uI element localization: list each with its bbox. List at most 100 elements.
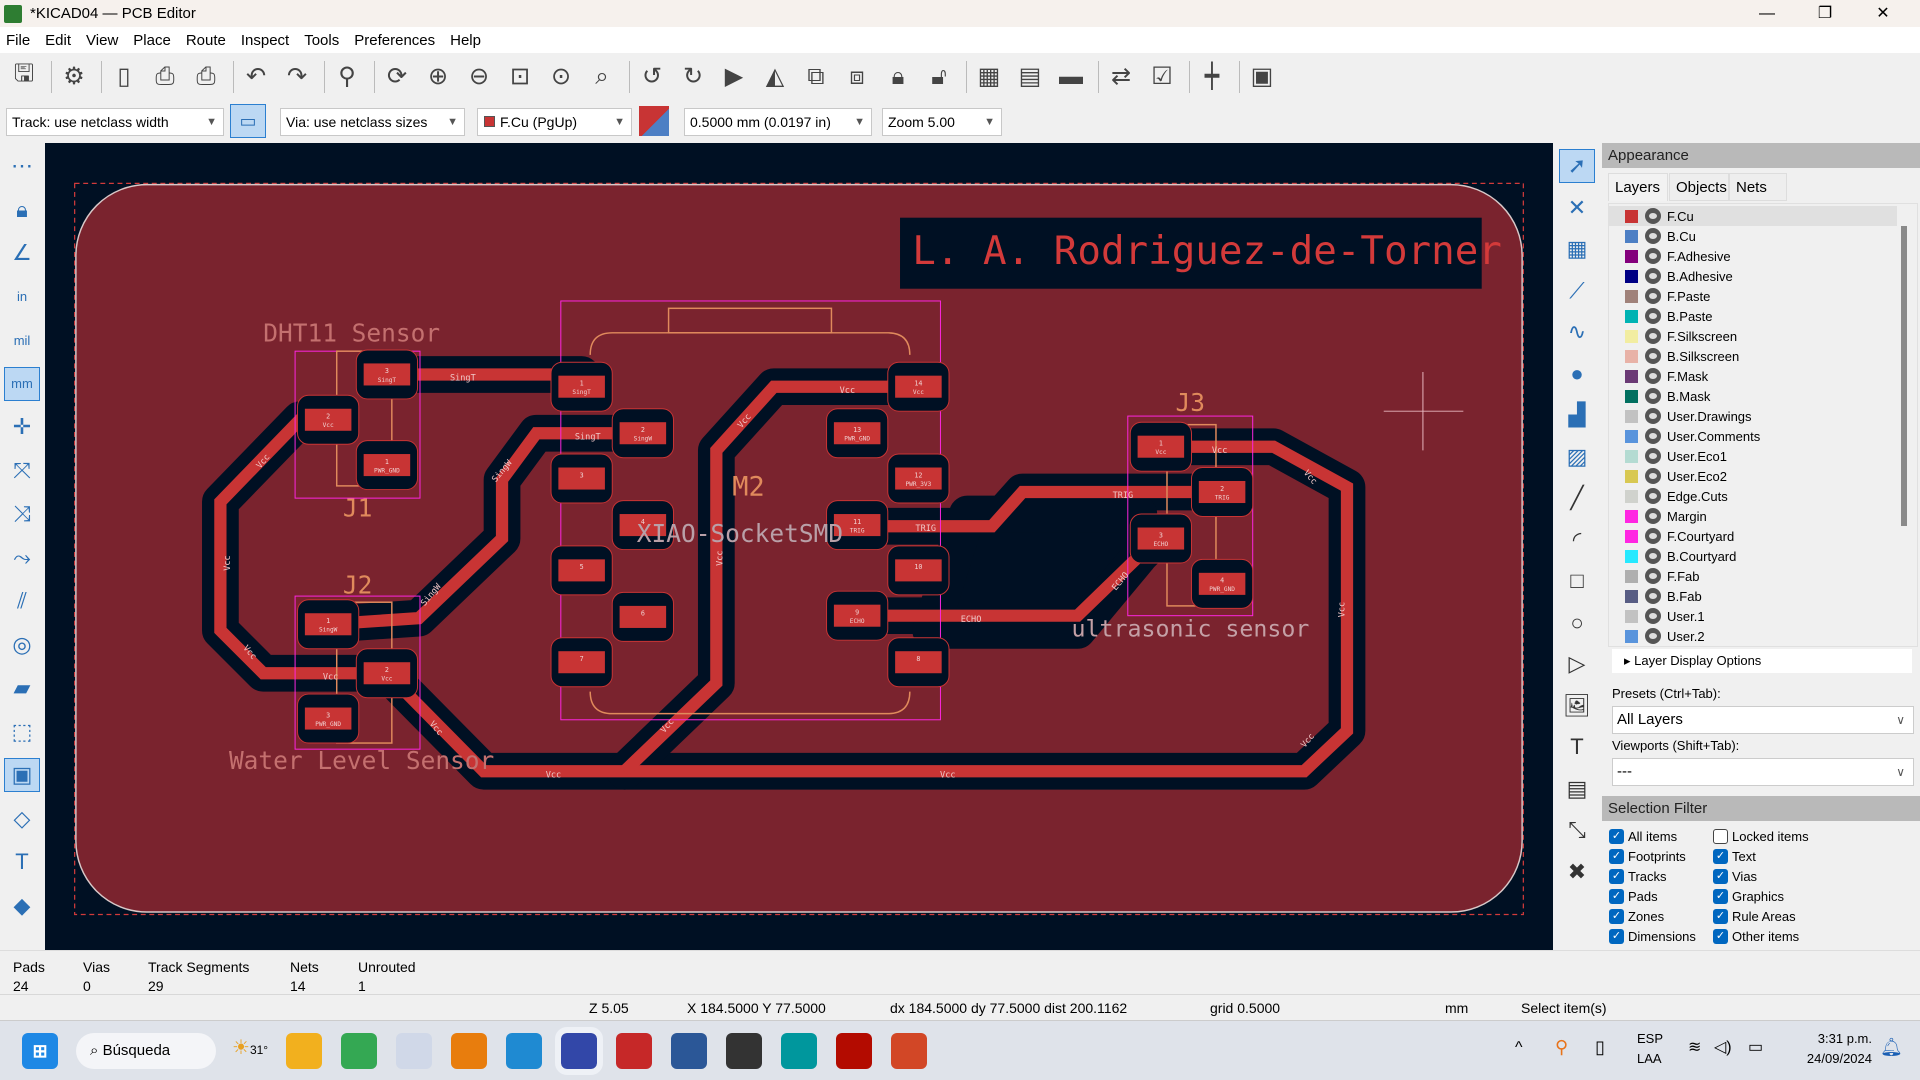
viewports-select[interactable]: --- ∨ — [1612, 758, 1914, 786]
eye-icon[interactable] — [1645, 468, 1661, 484]
print-button[interactable]: ⎙ — [147, 59, 183, 95]
filter-rule-areas[interactable]: ✓ Rule Areas — [1713, 909, 1796, 924]
layer-row[interactable]: F.Adhesive — [1609, 246, 1897, 266]
pad-j2-1[interactable]: 1 SingW — [297, 599, 360, 650]
footprint-library-button[interactable]: ▤ — [1012, 59, 1048, 95]
menu-help[interactable]: Help — [450, 32, 481, 49]
tune-length-button[interactable]: ∿ — [1559, 315, 1595, 349]
blender-icon[interactable] — [451, 1033, 487, 1069]
layer-row[interactable]: User.Eco1 — [1609, 446, 1897, 466]
zoom-objects-button[interactable]: ⊙ — [543, 59, 579, 95]
menu-preferences[interactable]: Preferences — [354, 32, 435, 49]
layer-color-swatch[interactable] — [1625, 589, 1638, 603]
pad-j2-3[interactable]: 3 PWR_GND — [297, 693, 360, 744]
filter-other-items[interactable]: ✓ Other items — [1713, 929, 1799, 944]
eye-icon[interactable] — [1645, 628, 1661, 644]
eye-icon[interactable] — [1645, 328, 1661, 344]
draw-circle-button[interactable]: ○ — [1559, 606, 1595, 640]
layer-contrast-button[interactable]: ◆ — [4, 889, 40, 923]
eye-icon[interactable] — [1645, 208, 1661, 224]
layer-row[interactable]: F.Paste — [1609, 286, 1897, 306]
auto-track-width-button[interactable]: ▭ — [230, 104, 266, 138]
menu-place[interactable]: Place — [133, 32, 171, 49]
layer-pair-button[interactable] — [639, 106, 669, 136]
search-box[interactable]: ⌕ Búsqueda — [76, 1033, 216, 1069]
layer-row[interactable]: B.Cu — [1609, 226, 1897, 246]
unlock-button[interactable]: 🔓︎ — [921, 59, 957, 95]
plot-button[interactable]: ⎙ — [188, 59, 224, 95]
layer-color-swatch[interactable] — [1625, 349, 1638, 363]
rotate-cw-button[interactable]: ↻ — [675, 59, 711, 95]
presets-select[interactable]: All Layers ∨ — [1612, 706, 1914, 734]
clock-date[interactable]: 24/09/2024 — [1790, 1051, 1872, 1066]
filter-graphics[interactable]: ✓ Graphics — [1713, 889, 1784, 904]
layer-color-swatch[interactable] — [1625, 629, 1638, 643]
fusion-icon[interactable] — [616, 1033, 652, 1069]
menu-file[interactable]: File — [6, 32, 30, 49]
pad-m2-8[interactable]: 8 — [887, 637, 950, 688]
ungroup-button[interactable]: ⧈ — [839, 59, 875, 95]
draw-rectangle-button[interactable]: □ — [1559, 564, 1595, 598]
filter-pads[interactable]: ✓ Pads — [1609, 889, 1658, 904]
pad-m2-1[interactable]: 1 SingT — [550, 361, 613, 412]
pad-m2-2[interactable]: 2 SingW — [611, 408, 674, 459]
snipping-tool-icon[interactable] — [396, 1033, 432, 1069]
windows-start-icon[interactable]: ⊞ — [22, 1033, 58, 1069]
redraw-button[interactable]: ⟳ — [379, 59, 415, 95]
powerpoint-icon[interactable] — [891, 1033, 927, 1069]
filter-vias[interactable]: ✓ Vias — [1713, 869, 1757, 884]
select-button[interactable]: ➚ — [1559, 149, 1595, 183]
checkbox[interactable]: ✓ — [1609, 909, 1624, 924]
layer-row[interactable]: User.2 — [1609, 626, 1897, 646]
update-pcb-button[interactable]: ⇄ — [1103, 59, 1139, 95]
save-button[interactable]: 🖫 — [6, 59, 42, 95]
pad-m2-14[interactable]: 14 Vcc — [887, 361, 950, 412]
add-text-button[interactable]: T — [1559, 730, 1595, 764]
layer-row[interactable]: User.Eco2 — [1609, 466, 1897, 486]
tray-chevron-icon[interactable]: ^ — [1515, 1039, 1523, 1057]
filter-tracks[interactable]: ✓ Tracks — [1609, 869, 1667, 884]
graphic-outline-button[interactable]: ◇ — [4, 802, 40, 836]
pad-m2-12[interactable]: 12 PWR_3V3 — [887, 453, 950, 504]
eye-icon[interactable] — [1645, 608, 1661, 624]
layer-row[interactable]: B.Courtyard — [1609, 546, 1897, 566]
language-code[interactable]: ESP — [1637, 1031, 1663, 1046]
tray-device-icon[interactable]: ▯ — [1595, 1037, 1605, 1058]
layer-row[interactable]: B.Fab — [1609, 586, 1897, 606]
add-footprint-button[interactable]: ▦ — [1559, 232, 1595, 266]
pad-m2-7[interactable]: 7 — [550, 637, 613, 688]
layer-color-swatch[interactable] — [1625, 389, 1638, 403]
tab-nets[interactable]: Nets — [1729, 173, 1787, 201]
eye-icon[interactable] — [1645, 368, 1661, 384]
pad-j3-1[interactable]: 1 Vcc — [1129, 421, 1192, 472]
checkbox[interactable] — [1713, 829, 1728, 844]
layer-row[interactable]: F.Silkscreen — [1609, 326, 1897, 346]
pad-m2-13[interactable]: 13 PWR_GND — [826, 408, 889, 459]
layer-color-swatch[interactable] — [1625, 249, 1638, 263]
menu-route[interactable]: Route — [186, 32, 226, 49]
eye-icon[interactable] — [1645, 248, 1661, 264]
layer-row[interactable]: F.Mask — [1609, 366, 1897, 386]
layer-row[interactable]: F.Courtyard — [1609, 526, 1897, 546]
polar-coordinates-button[interactable]: ∠ — [4, 236, 40, 270]
checkbox[interactable]: ✓ — [1713, 929, 1728, 944]
menu-tools[interactable]: Tools — [304, 32, 339, 49]
via-outline-button[interactable]: ◎ — [4, 628, 40, 662]
weather-widget[interactable]: ☀31° — [232, 1035, 268, 1060]
eye-icon[interactable] — [1645, 568, 1661, 584]
find-button[interactable]: ⚲ — [329, 59, 365, 95]
checkbox[interactable]: ✓ — [1713, 849, 1728, 864]
mirror-button[interactable]: ◭ — [757, 59, 793, 95]
track-width-select[interactable]: Track: use netclass width ▼ — [6, 108, 224, 136]
zone-fill-button[interactable]: ▰ — [4, 671, 40, 705]
language-layout[interactable]: LAA — [1637, 1051, 1662, 1066]
layer-select[interactable]: F.Cu (PgUp) ▼ — [477, 108, 632, 136]
filter-all-items[interactable]: ✓ All items — [1609, 829, 1677, 844]
vscode-icon[interactable] — [506, 1033, 542, 1069]
tab-layers[interactable]: Layers — [1608, 173, 1668, 201]
layer-color-swatch[interactable] — [1625, 469, 1638, 483]
notification-bell-icon[interactable]: 🔔︎ — [1880, 1037, 1903, 1058]
eye-icon[interactable] — [1645, 228, 1661, 244]
battery-icon[interactable]: ▭ — [1748, 1037, 1763, 1057]
layer-row[interactable]: B.Silkscreen — [1609, 346, 1897, 366]
